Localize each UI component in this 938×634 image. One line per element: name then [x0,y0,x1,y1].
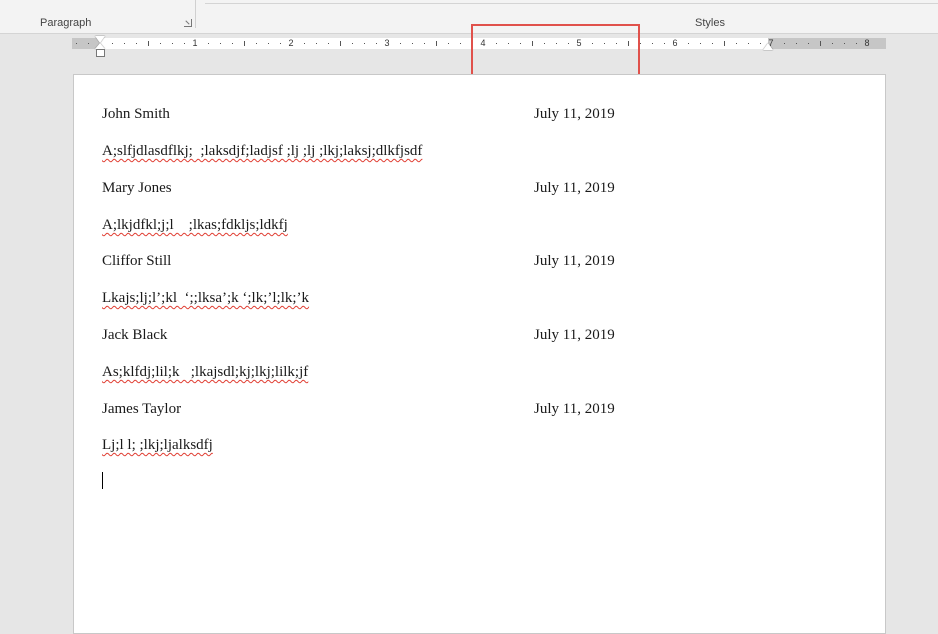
ruler-tick [280,43,281,44]
entry-4-date: July 11, 2019 [534,327,615,343]
ruler-tick [760,43,761,44]
ruler-tick [460,43,461,44]
ruler-number: 1 [192,38,198,48]
ruler-tick [700,43,701,44]
ruler-number: 7 [768,38,774,48]
paragraph-group-label: Paragraph [40,17,92,29]
entry-2-date: July 11, 2019 [534,180,615,196]
ruler-tick [112,43,113,44]
ruler-number: 4 [480,38,486,48]
ruler-tick [160,43,161,44]
ribbon-group-separator [195,0,196,28]
ruler-tick [352,43,353,44]
ruler-tick [736,43,737,44]
ruler-tick [856,43,857,44]
ruler-tick [244,41,245,46]
ruler-tick [412,43,413,44]
ruler-tick [556,43,557,44]
ruler-tick [88,43,89,44]
text-cursor [102,472,103,489]
ruler-tick [796,43,797,44]
ruler-tick [604,43,605,44]
ruler-number: 8 [864,38,870,48]
ribbon-gallery-edge [205,0,938,4]
entry-5-note: Lj;l l; ;lkj;ljalksdfj [102,437,213,453]
ruler-tick [832,43,833,44]
ruler-tick [748,43,749,44]
entry-3-note: Lkajs;lj;l’;kl ‘;;lksa’;k ‘;lk;’l;lk;’k [102,290,310,306]
ruler-tick [424,43,425,44]
entry-1-date: July 11, 2019 [534,106,615,122]
ruler-number: 5 [576,38,582,48]
ruler-tick [520,43,521,44]
ruler-tick [544,43,545,44]
ruler-tick [532,41,533,46]
ruler-tick [328,43,329,44]
left-indent-marker[interactable] [96,49,105,57]
entry-5-date: July 11, 2019 [534,401,615,417]
ruler-tick [496,43,497,44]
ruler-tick [436,41,437,46]
ruler-tick [256,43,257,44]
ruler-tick [688,43,689,44]
ruler-tick [316,43,317,44]
ruler-tick [220,43,221,44]
ruler-tick [820,41,821,46]
ribbon: Paragraph Styles [0,0,938,34]
ruler-tick [508,43,509,44]
horizontal-ruler[interactable]: 1 2 3 4 5 6 7 8 [72,36,886,57]
ruler-tick [712,43,713,44]
first-line-indent-marker[interactable] [95,36,105,43]
ruler-tick [640,43,641,44]
ruler-tick [592,43,593,44]
ruler-tick [724,41,725,46]
ruler-tick [400,43,401,44]
ruler-tick [652,43,653,44]
ruler-tick [340,41,341,46]
ruler-tick [784,43,785,44]
ruler-tick [808,43,809,44]
document-page[interactable]: John Smith July 11, 2019 A;slfjdlasdflkj… [73,74,886,634]
ruler-tick [364,43,365,44]
ruler-tick [172,43,173,44]
entry-2-note: A;lkjdfkl;j;l ;lkas;fdkljs;ldkfj [102,217,288,233]
ruler-tick [184,43,185,44]
ruler-tick [844,43,845,44]
ruler-tick [124,43,125,44]
ruler-tick [76,43,77,44]
ruler-tick [376,43,377,44]
ruler-tick [616,43,617,44]
ruler-tick [268,43,269,44]
entry-1-name: John Smith [102,106,170,122]
ruler-tick [448,43,449,44]
ruler-tick [664,43,665,44]
ruler-tick [568,43,569,44]
paragraph-dialog-launcher-icon[interactable] [184,19,192,27]
ruler-tick [148,41,149,46]
entry-4-note: As;klfdj;lil;k ;lkajsdl;kj;lkj;lilk;jf [102,364,309,380]
styles-group-label: Styles [695,17,725,29]
entry-3-date: July 11, 2019 [534,253,615,269]
ruler-tick [232,43,233,44]
ruler-tick [136,43,137,44]
entry-5-name: James Taylor [102,401,182,417]
ruler-number: 3 [384,38,390,48]
entry-3-name: Cliffor Still [102,253,172,269]
ruler-tick [208,43,209,44]
ruler-number: 6 [672,38,678,48]
entry-2-name: Mary Jones [102,180,172,196]
ruler-tick [472,43,473,44]
entry-4-name: Jack Black [102,327,168,343]
ruler-tick [304,43,305,44]
ruler-tick [628,41,629,46]
entry-1-note: A;slfjdlasdflkj; ;laksdjf;ladjsf ;lj ;lj… [102,143,423,159]
ruler-number: 2 [288,38,294,48]
